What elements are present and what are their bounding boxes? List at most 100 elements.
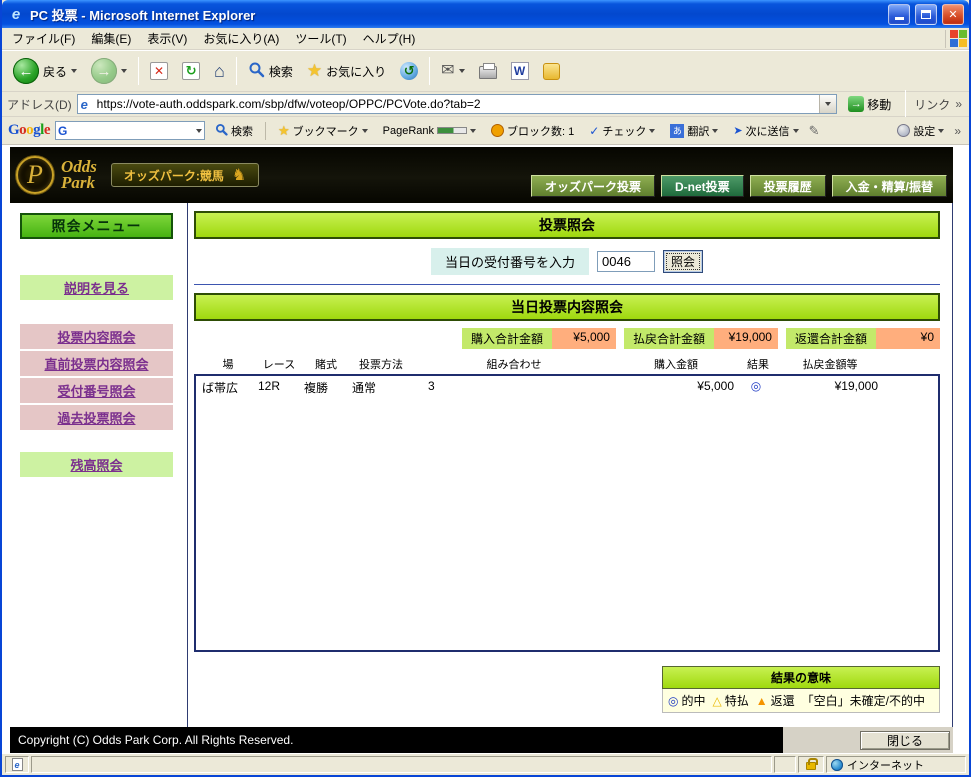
legend-hit-label: 的中 <box>681 694 706 708</box>
mail-dropdown-icon[interactable] <box>458 69 465 73</box>
minimize-button[interactable] <box>888 3 910 25</box>
site-footer: Copyright (C) Odds Park Corp. All Rights… <box>10 727 953 753</box>
close-page-button[interactable]: 閉じる <box>860 730 950 750</box>
sidebar-item-recent-vote-detail[interactable]: 直前投票内容照会 <box>20 351 173 376</box>
sidebar-item-help[interactable]: 説明を見る <box>20 275 173 300</box>
nav-oddspark-vote-button[interactable]: オッズパーク投票 <box>530 175 655 197</box>
spellcheck-button[interactable]: ✓ チェック <box>584 120 660 142</box>
spellcheck-label: チェック <box>602 125 647 138</box>
refresh-button[interactable]: ↻ <box>176 58 206 84</box>
home-icon: ⌂ <box>214 61 225 81</box>
bookmarks-dropdown-icon[interactable] <box>361 128 368 133</box>
translate-button[interactable]: あ 翻訳 <box>665 120 723 142</box>
cell-method: 通常 <box>352 381 377 395</box>
messenger-button[interactable] <box>537 59 566 84</box>
print-button[interactable] <box>473 59 503 83</box>
sidebar-item-past-votes[interactable]: 過去投票照会 <box>20 405 173 430</box>
refund-total: 返還合計金額 ¥0 <box>785 328 940 349</box>
nav-dnet-vote-button[interactable]: D-net投票 <box>660 175 744 197</box>
menu-tools[interactable]: ツール(T) <box>287 27 354 50</box>
forward-button[interactable]: → <box>85 54 133 88</box>
menu-edit[interactable]: 編集(E) <box>83 27 139 50</box>
menu-favorites[interactable]: お気に入り(A) <box>195 27 287 50</box>
minimize-icon <box>894 17 904 20</box>
toolbar-separator <box>138 57 140 85</box>
bookmarks-button[interactable]: ★ ブックマーク <box>273 119 373 143</box>
browser-window: e PC 投票 - Microsoft Internet Explorer ✕ … <box>0 0 971 777</box>
bookmark-star-icon: ★ <box>278 122 290 138</box>
google-overflow-chevron-icon[interactable]: » <box>954 124 963 138</box>
inquiry-submit-button[interactable]: 照会 <box>663 250 704 273</box>
google-search-dropdown-icon[interactable] <box>196 128 203 133</box>
legend-hit-icon: ◎ <box>668 693 679 708</box>
google-search-input[interactable]: G <box>55 121 206 140</box>
ie-icon: e <box>11 5 21 23</box>
status-zone-segment: インターネット <box>826 756 966 773</box>
sidebar-item-balance[interactable]: 残高照会 <box>20 452 173 477</box>
menu-file[interactable]: ファイル(F) <box>4 27 83 50</box>
purchase-total: 購入合計金額 ¥5,000 <box>461 328 616 349</box>
nav-deposit-button[interactable]: 入金・精算/振替 <box>831 175 947 197</box>
restore-button[interactable] <box>915 3 937 25</box>
mail-button[interactable]: ✉ <box>435 59 470 83</box>
titlebar[interactable]: e PC 投票 - Microsoft Internet Explorer ✕ <box>2 0 969 28</box>
page-viewport: P Odds Park オッズパーク:競馬 ♞ オッズパーク投票 D-net投票… <box>2 145 969 753</box>
search-button[interactable]: 検索 <box>242 57 299 85</box>
site-header: P Odds Park オッズパーク:競馬 ♞ オッズパーク投票 D-net投票… <box>10 147 953 203</box>
home-button[interactable]: ⌂ <box>208 58 231 84</box>
google-toolbar: Google G 検索 ★ ブックマーク PageRank ブロック数: 1 ✓ <box>2 117 969 145</box>
forward-dropdown-icon[interactable] <box>121 69 128 73</box>
sidebar-item-vote-detail[interactable]: 投票内容照会 <box>20 324 173 349</box>
history-button[interactable]: ↺ <box>394 58 424 84</box>
menu-help[interactable]: ヘルプ(H) <box>355 27 424 50</box>
popup-blocker-button[interactable]: ブロック数: 1 <box>486 120 579 142</box>
cell-combination: 3 <box>428 379 435 393</box>
refund-total-label: 返還合計金額 <box>785 328 876 349</box>
search-icon <box>248 61 265 81</box>
totals-summary: 購入合計金額 ¥5,000 払戻合計金額 ¥19,000 返還合計金額 ¥0 <box>194 328 940 349</box>
links-chevron-icon[interactable]: » <box>955 97 964 111</box>
favorites-button[interactable]: ★ お気に入り <box>301 58 392 84</box>
history-icon: ↺ <box>400 62 419 80</box>
spellcheck-dropdown-icon[interactable] <box>649 128 656 133</box>
menu-bar: ファイル(F) 編集(E) 表示(V) お気に入り(A) ツール(T) ヘルプ(… <box>2 28 969 50</box>
translate-dropdown-icon[interactable] <box>712 128 719 133</box>
pagerank-dropdown-icon[interactable] <box>470 128 477 133</box>
status-bar: e インターネット <box>2 753 969 775</box>
col-method: 投票方法 <box>359 359 403 371</box>
address-input[interactable]: e https://vote-auth.oddspark.com/sbp/dfw… <box>76 94 838 114</box>
send-to-button[interactable]: ➤ 次に送信 <box>728 120 803 142</box>
back-dropdown-icon[interactable] <box>71 69 78 73</box>
page-icon: e <box>80 96 88 112</box>
close-window-button[interactable]: ✕ <box>942 3 964 25</box>
toolbar-separator <box>429 57 431 85</box>
favorites-star-icon: ★ <box>306 61 323 80</box>
back-button[interactable]: ← 戻る <box>7 54 83 88</box>
legend-blank-label: 「空白」未確定/不的中 <box>801 694 925 708</box>
sidebar-item-receipt-number[interactable]: 受付番号照会 <box>20 378 173 403</box>
close-button-area: 閉じる <box>783 727 953 753</box>
legend-title: 結果の意味 <box>662 666 940 689</box>
menu-view[interactable]: 表示(V) <box>139 27 195 50</box>
payout-total: 払戻合計金額 ¥19,000 <box>623 328 778 349</box>
status-security-segment <box>798 756 824 773</box>
address-dropdown-button[interactable] <box>819 95 837 113</box>
edit-with-word-button[interactable]: W <box>505 58 535 84</box>
go-button[interactable]: → 移動 <box>842 93 897 116</box>
send-dropdown-icon[interactable] <box>792 128 799 133</box>
google-search-button[interactable]: 検索 <box>210 120 258 142</box>
settings-dropdown-icon[interactable] <box>938 128 945 133</box>
stop-icon: ✕ <box>150 62 169 80</box>
status-page-icon: e <box>11 758 23 771</box>
settings-button[interactable]: 設定 <box>892 120 949 142</box>
address-url[interactable]: https://vote-auth.oddspark.com/sbp/dfw/v… <box>97 97 820 111</box>
links-label[interactable]: リンク <box>914 96 950 113</box>
stop-button[interactable]: ✕ <box>144 58 174 84</box>
nav-vote-history-button[interactable]: 投票履歴 <box>749 175 826 197</box>
today-vote-title: 当日投票内容照会 <box>194 293 940 321</box>
section-divider <box>194 284 940 285</box>
pagerank-button[interactable]: PageRank <box>378 122 481 140</box>
receipt-number-input[interactable] <box>597 251 655 272</box>
legend-refund-icon: ▲ <box>755 693 768 708</box>
highlighter-pen-icon[interactable]: ✎ <box>809 123 820 139</box>
